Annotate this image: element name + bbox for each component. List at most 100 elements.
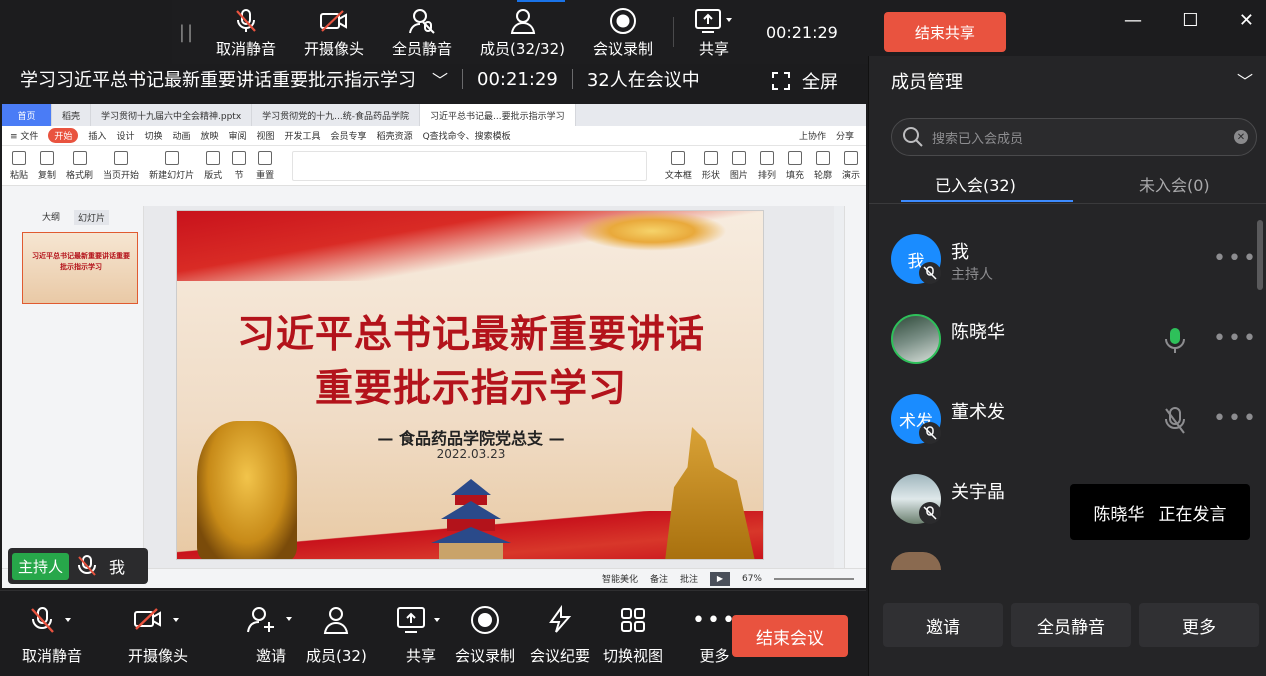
menu-share[interactable]: 分享 bbox=[836, 129, 854, 142]
share-button[interactable]: 共享 bbox=[680, 0, 748, 64]
share-toolbar: || 取消静音 开摄像头 全员静音 成员(32/32) 会议录制 共享 00:2… bbox=[172, 0, 1100, 64]
tab-not-joined[interactable]: 未入会(0) bbox=[1139, 172, 1210, 196]
camera-button[interactable]: 开摄像头 bbox=[128, 603, 188, 666]
ribbon-new-slide[interactable]: 新建幻灯片 bbox=[149, 150, 194, 181]
tab-slides[interactable]: 幻灯片 bbox=[74, 210, 110, 225]
more-button[interactable]: 更多 bbox=[1139, 603, 1259, 647]
menu-switch[interactable]: 切换 bbox=[144, 129, 162, 142]
active-indicator bbox=[517, 0, 565, 2]
ribbon-reset[interactable]: 重置 bbox=[256, 150, 274, 181]
chevron-down-icon[interactable]: ﹀ bbox=[432, 67, 448, 91]
more-button[interactable]: ••• 更多 bbox=[692, 603, 737, 666]
meeting-title-bar: 学习习近平总书记最新重要讲话重要批示指示学习 ﹀ 00:21:29 32人在会议… bbox=[0, 62, 866, 96]
member-search-input[interactable]: 搜索已入会成员 ✕ bbox=[891, 118, 1257, 156]
wps-tab-doc[interactable]: 学习贯彻十九届六中全会精神.pptx bbox=[91, 104, 253, 126]
share-timer: 00:21:29 bbox=[766, 22, 838, 42]
close-icon[interactable]: ✕ bbox=[1239, 10, 1254, 42]
ribbon-textbox[interactable]: 文本框 bbox=[665, 150, 692, 181]
record-icon bbox=[470, 603, 500, 637]
smart-beautify[interactable]: 智能美化 bbox=[602, 572, 638, 585]
slide-thumbnail[interactable]: 习近平总书记最新重要讲话重要批示指示学习 bbox=[22, 232, 138, 304]
chevron-down-icon[interactable]: ﹀ bbox=[1237, 68, 1253, 92]
speaking-tooltip: 陈晓华 正在发言 bbox=[1070, 484, 1250, 540]
ribbon-layout[interactable]: 版式 bbox=[204, 150, 222, 181]
wps-tab-active[interactable]: 习近平总书记最...要批示指示学习 bbox=[420, 104, 576, 126]
ribbon-shape[interactable]: 形状 bbox=[702, 150, 720, 181]
camera-label: 开摄像头 bbox=[128, 647, 189, 665]
end-meeting-button[interactable]: 结束会议 bbox=[732, 615, 848, 657]
unmute-button[interactable]: 取消静音 bbox=[202, 0, 290, 64]
member-row[interactable]: 术发 董术发 ••• bbox=[869, 384, 1266, 464]
ribbon-outline[interactable]: 轮廓 bbox=[814, 150, 832, 181]
invite-label: 邀请 bbox=[255, 647, 286, 665]
menu-review[interactable]: 审阅 bbox=[229, 129, 247, 142]
panel-scrollbar[interactable] bbox=[1257, 220, 1263, 290]
fullscreen-button[interactable]: 全屏 bbox=[772, 68, 838, 94]
members-button[interactable]: 成员(32) bbox=[306, 603, 367, 666]
comments-toggle[interactable]: 批注 bbox=[680, 572, 698, 585]
invite-button[interactable]: 邀请 bbox=[883, 603, 1003, 647]
ribbon-present[interactable]: 演示 bbox=[842, 150, 860, 181]
font-controls[interactable] bbox=[292, 150, 647, 181]
ribbon-paste[interactable]: 粘贴 bbox=[10, 150, 28, 181]
mic-active-icon[interactable] bbox=[1163, 326, 1187, 360]
wps-tab-daoke[interactable]: 稻壳 bbox=[52, 104, 92, 126]
member-row[interactable]: 陈晓华 ••• bbox=[869, 304, 1266, 384]
menu-collab[interactable]: 上协作 bbox=[799, 129, 826, 142]
maximize-icon[interactable]: ☐ bbox=[1182, 10, 1198, 42]
switch-view-button[interactable]: 切换视图 bbox=[603, 603, 663, 666]
mic-off-icon[interactable] bbox=[1163, 406, 1187, 440]
zoom-slider[interactable] bbox=[774, 577, 854, 580]
menu-slideshow[interactable]: 放映 bbox=[200, 129, 218, 142]
wps-tab-doc[interactable]: 学习贯彻党的十九...统-食品药品学院 bbox=[252, 104, 421, 126]
member-row[interactable]: 我 我 主持人 ••• bbox=[869, 224, 1266, 304]
temple-image bbox=[431, 479, 511, 559]
search-placeholder: 搜索已入会成员 bbox=[932, 131, 1024, 147]
play-icon[interactable]: ▶ bbox=[709, 571, 730, 586]
mute-all-button[interactable]: 全员静音 bbox=[1011, 603, 1131, 647]
menu-member[interactable]: 会员专享 bbox=[331, 129, 367, 142]
wps-ribbon: 粘贴 复制 格式刷 当页开始 新建幻灯片 版式 节 重置 文本框 形状 图片 排… bbox=[2, 146, 866, 186]
menu-animation[interactable]: 动画 bbox=[172, 129, 190, 142]
more-icon[interactable]: ••• bbox=[1213, 246, 1258, 271]
minimize-icon[interactable]: — bbox=[1124, 10, 1142, 42]
ribbon-fill[interactable]: 填充 bbox=[786, 150, 804, 181]
unmute-button[interactable]: 取消静音 bbox=[22, 603, 82, 666]
tab-joined[interactable]: 已入会(32) bbox=[935, 172, 1016, 196]
wps-tab-home[interactable]: 首页 bbox=[2, 104, 52, 126]
record-label: 会议录制 bbox=[592, 39, 653, 58]
wps-tab-bar: 首页 稻壳 学习贯彻十九届六中全会精神.pptx 学习贯彻党的十九...统-食品… bbox=[2, 104, 866, 126]
notes-toggle[interactable]: 备注 bbox=[650, 572, 668, 585]
more-icon[interactable]: ••• bbox=[1213, 326, 1258, 351]
minutes-button[interactable]: 会议纪要 bbox=[530, 603, 590, 666]
invite-button[interactable]: 邀请 bbox=[246, 603, 296, 666]
record-button[interactable]: 会议录制 bbox=[579, 0, 667, 64]
ribbon-section[interactable]: 节 bbox=[232, 150, 247, 181]
menu-insert[interactable]: 插入 bbox=[88, 129, 106, 142]
more-icon[interactable]: ••• bbox=[1213, 406, 1258, 431]
ribbon-copy[interactable]: 复制 bbox=[38, 150, 56, 181]
camera-button[interactable]: 开摄像头 bbox=[290, 0, 378, 64]
slide: 习近平总书记最新重要讲话 重要批示指示学习 — 食品药品学院党总支 — 2022… bbox=[176, 210, 764, 560]
members-button[interactable]: 成员(32/32) bbox=[466, 0, 579, 64]
share-button[interactable]: 共享 bbox=[396, 603, 446, 666]
menu-view[interactable]: 视图 bbox=[257, 129, 275, 142]
menu-start[interactable]: 开始 bbox=[48, 128, 79, 143]
end-share-button[interactable]: 结束共享 bbox=[883, 12, 1006, 52]
ribbon-format-painter[interactable]: 格式刷 bbox=[66, 150, 93, 181]
record-button[interactable]: 会议录制 bbox=[455, 603, 515, 666]
drag-handle[interactable]: || bbox=[172, 22, 202, 43]
ribbon-arrange[interactable]: 排列 bbox=[758, 150, 776, 181]
menu-design[interactable]: 设计 bbox=[116, 129, 134, 142]
menu-resources[interactable]: 稻壳资源 bbox=[377, 129, 413, 142]
host-name: 我 bbox=[109, 558, 126, 577]
menu-dev[interactable]: 开发工具 bbox=[285, 129, 321, 142]
menu-file[interactable]: ≡ 文件 bbox=[10, 129, 38, 142]
menu-search[interactable]: Q查找命令、搜索模板 bbox=[423, 129, 511, 142]
ribbon-start-current[interactable]: 当页开始 bbox=[103, 150, 139, 181]
tab-outline[interactable]: 大纲 bbox=[42, 210, 60, 225]
clear-icon[interactable]: ✕ bbox=[1234, 130, 1248, 144]
ribbon-picture[interactable]: 图片 bbox=[730, 150, 748, 181]
slide-scrollbar[interactable] bbox=[834, 206, 844, 576]
mute-all-button[interactable]: 全员静音 bbox=[378, 0, 466, 64]
